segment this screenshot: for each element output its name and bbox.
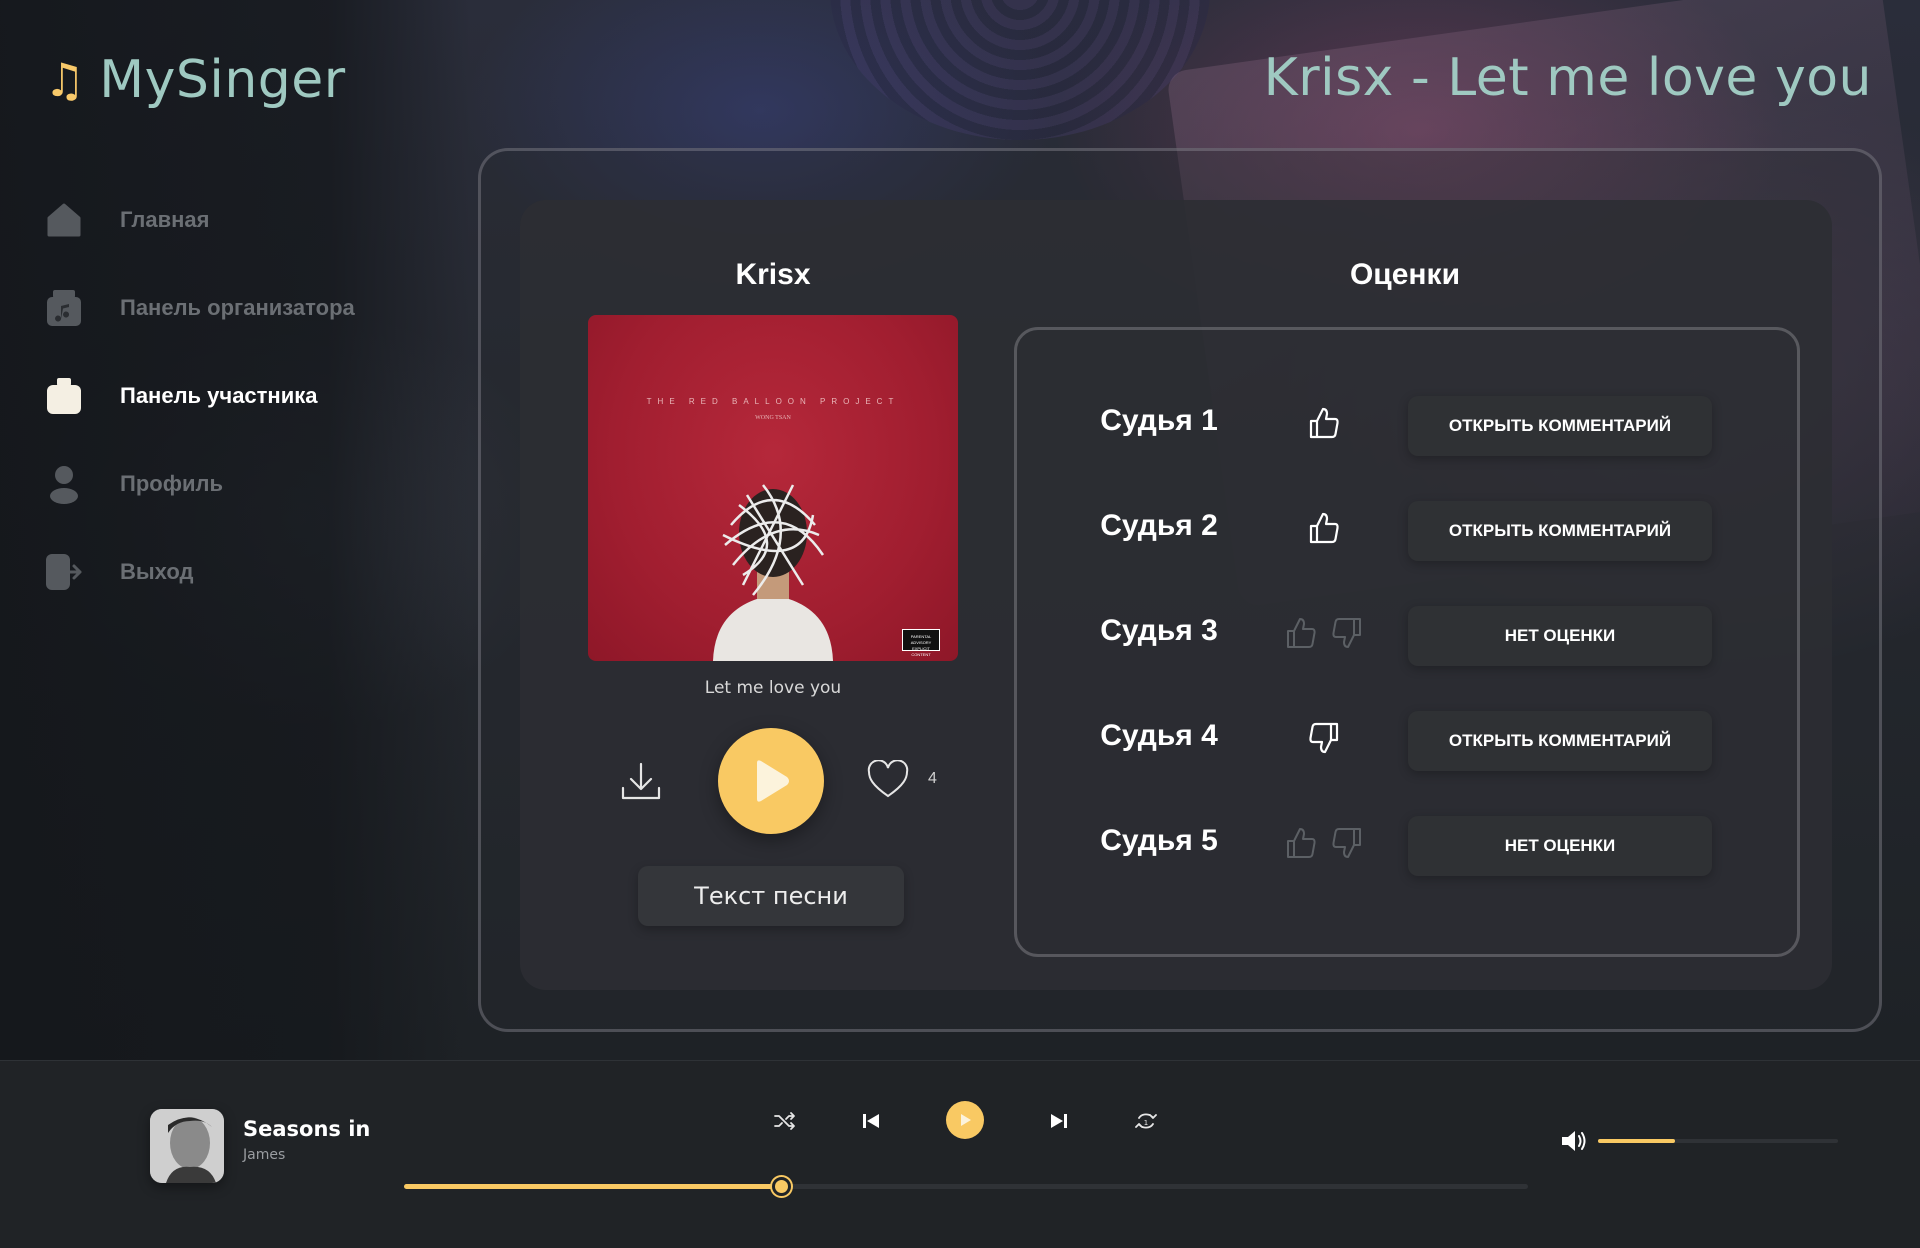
judge-vote — [1274, 616, 1374, 656]
album-cover: THE RED BALLOON PROJECT WONG TSAN PARENT… — [588, 315, 958, 661]
thumbs-down-icon — [1332, 618, 1361, 648]
background-rings — [830, 0, 1210, 140]
thumbs-up-icon — [1287, 828, 1316, 858]
judge-name: Судья 3 — [1100, 614, 1218, 647]
open-comment-button[interactable]: Открыть комментарий — [1408, 501, 1712, 561]
judge-vote — [1274, 826, 1374, 866]
no-rating-button[interactable]: Нет оценки — [1408, 816, 1712, 876]
repeat-button[interactable]: 1 — [1128, 1103, 1164, 1139]
cover-person — [713, 484, 833, 661]
thumbs-down-icon — [1332, 828, 1361, 858]
sidebar-item-label: Панель организатора — [120, 295, 355, 320]
like-count: 4 — [928, 770, 937, 787]
volume-button[interactable] — [1560, 1129, 1588, 1153]
sidebar-item-label: Выход — [120, 559, 194, 584]
cover-title: THE RED BALLOON PROJECT — [646, 397, 900, 406]
radio-icon — [44, 376, 84, 416]
play-icon — [757, 760, 789, 802]
heart-icon — [867, 759, 909, 798]
now-playing-artist: James — [243, 1147, 286, 1163]
sidebar-item-label: Главная — [120, 207, 210, 232]
no-rating-button[interactable]: Нет оценки — [1408, 606, 1712, 666]
thumbs-up-icon — [1309, 407, 1339, 439]
judge-row: Судья 3 Нет оценки — [1014, 606, 1800, 666]
sidebar-item-participant[interactable]: Панель участника — [44, 352, 424, 440]
svg-text:1: 1 — [1144, 1119, 1148, 1127]
volume-icon — [1562, 1131, 1586, 1151]
app-name: MySinger — [99, 50, 346, 110]
song-title: Let me love you — [704, 678, 842, 698]
judge-name: Судья 2 — [1100, 509, 1218, 542]
judge-vote — [1274, 511, 1374, 551]
user-icon — [44, 464, 84, 504]
parental-advisory-label: PARENTAL ADVISORY EXPLICIT CONTENT — [902, 629, 940, 657]
skip-back-icon — [863, 1114, 879, 1128]
page-title: Krisx - Let me love you — [1263, 48, 1872, 108]
open-comment-button[interactable]: Открыть комментарий — [1408, 396, 1712, 456]
artist-name: Krisx — [735, 258, 811, 291]
judge-name: Судья 1 — [1100, 404, 1218, 437]
next-button[interactable] — [1041, 1103, 1077, 1139]
progress-bar[interactable] — [404, 1177, 1528, 1196]
volume-slider[interactable] — [1598, 1139, 1838, 1143]
sidebar-item-logout[interactable]: Выход — [44, 528, 424, 616]
judge-row: Судья 4 Открыть комментарий — [1014, 711, 1800, 771]
thumbs-up-icon — [1287, 618, 1316, 648]
logout-icon — [44, 552, 84, 592]
judge-vote — [1274, 721, 1374, 761]
thumbs-down-icon — [1309, 722, 1339, 754]
lyrics-button[interactable]: Текст песни — [638, 866, 904, 926]
progress-fill — [404, 1184, 781, 1189]
like-button[interactable] — [866, 759, 910, 800]
artist-portrait — [150, 1109, 224, 1183]
ratings-title: Оценки — [1349, 258, 1461, 291]
sidebar-item-organizer[interactable]: Панель организатора — [44, 264, 424, 352]
progress-handle[interactable] — [771, 1177, 791, 1196]
app-logo[interactable]: ♫ MySinger — [44, 50, 346, 110]
shuffle-icon — [774, 1112, 795, 1130]
music-folder-icon — [44, 288, 84, 328]
download-icon — [621, 762, 661, 800]
sidebar-item-home[interactable]: Главная — [44, 176, 424, 264]
judge-name: Судья 5 — [1100, 824, 1218, 857]
player-play-button[interactable] — [946, 1101, 984, 1139]
volume-fill — [1598, 1139, 1675, 1143]
sidebar-item-label: Профиль — [120, 471, 223, 496]
thumbs-up-icon — [1309, 512, 1339, 544]
skip-forward-icon — [1051, 1114, 1067, 1128]
previous-button[interactable] — [853, 1103, 889, 1139]
judge-row: Судья 1 Открыть комментарий — [1014, 396, 1800, 456]
repeat-icon: 1 — [1135, 1113, 1157, 1129]
play-track-button[interactable] — [718, 728, 824, 834]
open-comment-button[interactable]: Открыть комментарий — [1408, 711, 1712, 771]
judge-row: Судья 2 Открыть комментарий — [1014, 501, 1800, 561]
download-button[interactable] — [618, 758, 664, 804]
sidebar-item-profile[interactable]: Профиль — [44, 440, 424, 528]
player-bar: Seasons in James 1 — [0, 1060, 1920, 1248]
judge-vote — [1274, 406, 1374, 446]
shuffle-button[interactable] — [767, 1103, 803, 1139]
judge-row: Судья 5 Нет оценки — [1014, 816, 1800, 876]
now-playing-cover — [150, 1109, 224, 1183]
cover-subtitle: WONG TSAN — [755, 415, 791, 421]
judge-name: Судья 4 — [1100, 719, 1218, 752]
sidebar: Главная Панель организатора Панель участ… — [44, 176, 424, 616]
play-icon — [961, 1114, 971, 1126]
music-note-icon: ♫ — [44, 53, 86, 107]
now-playing-title: Seasons in — [243, 1117, 371, 1141]
sidebar-item-label: Панель участника — [120, 383, 318, 408]
home-icon — [44, 200, 84, 240]
